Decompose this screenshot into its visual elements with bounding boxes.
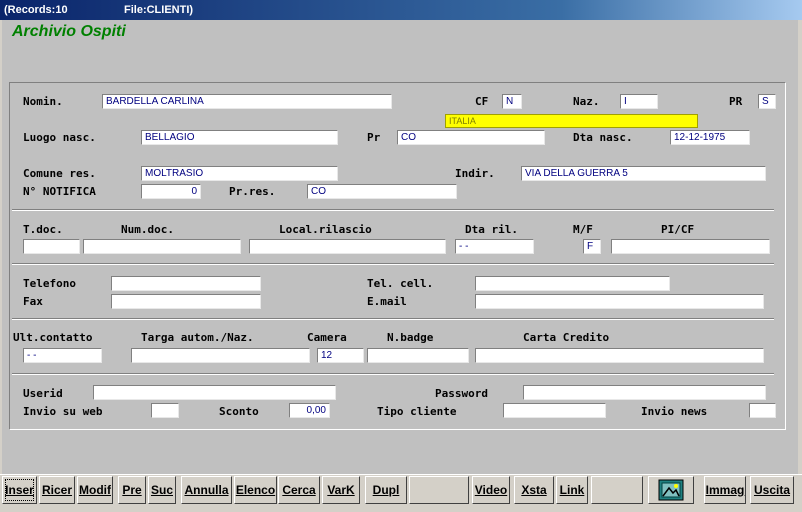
divider: [12, 263, 774, 265]
telcell-field[interactable]: [475, 276, 670, 291]
file-name: File:CLIENTI): [124, 4, 194, 16]
notifica-field[interactable]: 0: [141, 184, 201, 199]
tipocliente-label: Tipo cliente: [377, 405, 457, 418]
xsta-button[interactable]: Xsta: [514, 476, 554, 504]
next-button[interactable]: Suc: [148, 476, 176, 504]
nomin-label: Nomin.: [23, 95, 63, 108]
mf-label: M/F: [573, 223, 593, 236]
link-button[interactable]: Link: [556, 476, 588, 504]
records-count: (Records:10: [4, 4, 68, 16]
cf-field[interactable]: N: [502, 94, 522, 109]
pr-label: PR: [729, 95, 743, 108]
pr2-label: Pr: [367, 131, 381, 144]
tdoc-label: T.doc.: [23, 223, 63, 236]
divider: [12, 318, 774, 320]
comune-res-field[interactable]: MOLTRASIO: [141, 166, 338, 181]
sconto-field[interactable]: 0,00: [289, 403, 330, 418]
image-tool-button[interactable]: [648, 476, 694, 504]
telefono-label: Telefono: [23, 277, 76, 290]
ultcont-field[interactable]: - -: [23, 348, 102, 363]
exit-button[interactable]: Uscita: [750, 476, 794, 504]
picture-icon: [658, 479, 684, 501]
empty-button[interactable]: [591, 476, 643, 504]
userid-label: Userid: [23, 387, 63, 400]
dtaril-field[interactable]: - -: [455, 239, 534, 254]
pr-field[interactable]: S: [758, 94, 776, 109]
divider: [12, 373, 774, 375]
local-field[interactable]: [249, 239, 446, 254]
naz-field[interactable]: I: [620, 94, 658, 109]
local-label: Local.rilascio: [279, 223, 372, 236]
password-field[interactable]: [523, 385, 766, 400]
vark-button[interactable]: VarK: [322, 476, 360, 504]
divider: [12, 209, 774, 211]
telcell-label: Tel. cell.: [367, 277, 434, 290]
inviosuweb-label: Invio su web: [23, 405, 103, 418]
numdoc-field[interactable]: [83, 239, 241, 254]
ultcont-label: Ult.contatto: [13, 331, 93, 344]
sconto-label: Sconto: [219, 405, 259, 418]
targa-field[interactable]: [131, 348, 310, 363]
nbadge-label: N.badge: [387, 331, 434, 344]
numdoc-label: Num.doc.: [121, 223, 174, 236]
targa-label: Targa autom./Naz.: [141, 331, 254, 344]
pr2-field[interactable]: CO: [397, 130, 545, 145]
luogo-nasc-field[interactable]: BELLAGIO: [141, 130, 338, 145]
password-label: Password: [435, 387, 488, 400]
camera-label: Camera: [307, 331, 347, 344]
naz-label: Naz.: [573, 95, 600, 108]
search-button[interactable]: Ricer: [39, 476, 75, 504]
luogo-nasc-label: Luogo nasc.: [23, 131, 96, 144]
insert-button[interactable]: Inser: [2, 476, 37, 504]
comune-res-label: Comune res.: [23, 167, 96, 180]
tdoc-field[interactable]: [23, 239, 80, 254]
email-label: E.mail: [367, 295, 407, 308]
invionews-field[interactable]: [749, 403, 776, 418]
duplicate-button[interactable]: Dupl: [365, 476, 407, 504]
inviosuweb-field[interactable]: [151, 403, 179, 418]
picf-label: PI/CF: [661, 223, 695, 236]
camera-field[interactable]: 12: [317, 348, 364, 363]
pr-res-label: Pr.res.: [229, 185, 276, 198]
fax-field[interactable]: [111, 294, 261, 309]
page-title: Archivio Ospiti: [12, 23, 126, 40]
cf-label: CF: [475, 95, 489, 108]
userid-field[interactable]: [93, 385, 336, 400]
empty-button[interactable]: [409, 476, 469, 504]
tipocliente-field[interactable]: [503, 403, 606, 418]
find-button[interactable]: Cerca: [278, 476, 320, 504]
title-bar: (Records:10 File:CLIENTI): [0, 0, 802, 20]
nbadge-field[interactable]: [367, 348, 469, 363]
nomin-field[interactable]: BARDELLA CARLINA: [102, 94, 392, 109]
dtaril-label: Dta ril.: [465, 223, 518, 236]
mf-field[interactable]: F: [583, 239, 601, 254]
video-button[interactable]: Video: [472, 476, 510, 504]
carta-label: Carta Credito: [523, 331, 610, 344]
previous-button[interactable]: Pre: [118, 476, 146, 504]
fax-label: Fax: [23, 295, 43, 308]
notifica-label: N° NOTIFICA: [23, 185, 96, 198]
nation-name-display: ITALIA: [445, 114, 698, 128]
carta-field[interactable]: [475, 348, 764, 363]
cancel-button[interactable]: Annulla: [181, 476, 232, 504]
pr-res-field[interactable]: CO: [307, 184, 457, 199]
modify-button[interactable]: Modif: [77, 476, 113, 504]
picf-field[interactable]: [611, 239, 770, 254]
invionews-label: Invio news: [641, 405, 708, 418]
indir-field[interactable]: VIA DELLA GUERRA 5: [521, 166, 766, 181]
list-button[interactable]: Elenco: [234, 476, 277, 504]
telefono-field[interactable]: [111, 276, 261, 291]
dta-nasc-field[interactable]: 12-12-1975: [670, 130, 750, 145]
email-field[interactable]: [475, 294, 764, 309]
indir-label: Indir.: [455, 167, 495, 180]
dta-nasc-label: Dta nasc.: [573, 131, 633, 144]
image-button[interactable]: Immag: [704, 476, 746, 504]
